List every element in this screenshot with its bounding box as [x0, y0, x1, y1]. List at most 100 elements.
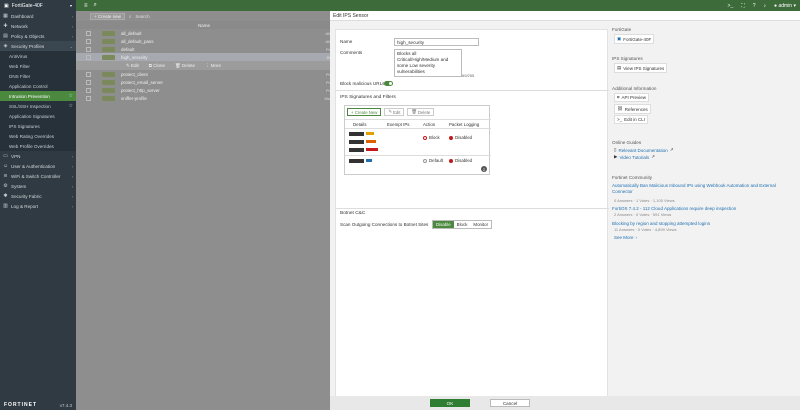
- divider: [336, 90, 609, 91]
- table-row[interactable]: protect_client Pr: [76, 70, 330, 78]
- sidebar-sub-web-filter[interactable]: Web Filter: [0, 61, 76, 71]
- user-menu[interactable]: ● admin ▾: [774, 3, 796, 9]
- row-2-action: Default: [423, 158, 443, 163]
- star-icon[interactable]: ☆: [69, 93, 73, 99]
- profile-tag: [102, 87, 115, 93]
- table-row[interactable]: all_default All: [76, 29, 330, 37]
- wifi-icon: ≋: [3, 172, 8, 179]
- botnet-monitor-option[interactable]: Monitor: [470, 221, 492, 228]
- sidebar-sub-web-profile-overrides[interactable]: Web Profile Overrides: [0, 141, 76, 151]
- filter-row-1-details[interactable]: [349, 131, 379, 153]
- row-checkbox[interactable]: [86, 38, 91, 44]
- table-row[interactable]: all_default_pass All: [76, 37, 330, 45]
- row-checkbox[interactable]: [86, 46, 91, 52]
- external-link-icon: ↗: [651, 154, 655, 159]
- fullscreen-icon[interactable]: ⛶: [741, 3, 745, 9]
- sidebar-sub-ips-signatures[interactable]: IPS Signatures: [0, 121, 76, 131]
- sidebar-item-wifi-switch[interactable]: ≋ WiFi & Switch Controller ›: [0, 171, 76, 181]
- row-checkbox[interactable]: [86, 87, 91, 93]
- gear-icon: ⚙: [3, 182, 8, 189]
- sidebar-item-dashboard[interactable]: ▦ Dashboard ›: [0, 11, 76, 21]
- row-delete-button[interactable]: 🗑 Delete: [175, 63, 195, 69]
- name-label: Name: [340, 39, 353, 44]
- search-input[interactable]: Search: [135, 14, 149, 19]
- search-icon[interactable]: ⌕: [94, 2, 97, 9]
- comments-textarea[interactable]: Blocks all Critical/High/Medium and some…: [394, 49, 462, 77]
- name-input[interactable]: high_security: [394, 38, 479, 46]
- sidebar-sub-ssl-ssh[interactable]: SSL/SSH Inspection ☆: [0, 101, 76, 111]
- botnet-scan-label: Scan Outgoing Connections to Botnet Site…: [340, 222, 429, 227]
- community-section: Fortinet Community: [612, 175, 653, 180]
- cancel-button[interactable]: Cancel: [490, 399, 530, 407]
- community-post-1[interactable]: Automatically Ban Malicious Inbound IPs …: [612, 183, 792, 194]
- severity-bar-orange: [366, 140, 376, 144]
- version-label: v7.4.3: [59, 402, 72, 408]
- create-new-button[interactable]: + Create new: [90, 12, 125, 20]
- sidebar-sub-dns-filter[interactable]: DNS Filter: [0, 71, 76, 81]
- sidebar-sub-antivirus[interactable]: AntiVirus: [0, 51, 76, 61]
- sidebar-item-user-auth[interactable]: ☺ User & Authentication ›: [0, 161, 76, 171]
- sidebar-sub-application-control[interactable]: Application Control: [0, 81, 76, 91]
- edit-filter-button[interactable]: ✎ Edit: [384, 108, 405, 116]
- profile-tag: [102, 30, 115, 36]
- network-icon: ✚: [3, 22, 8, 29]
- chevron-right-icon: ›: [71, 33, 73, 39]
- ok-button[interactable]: OK: [430, 399, 470, 407]
- comments-label: Comments: [340, 50, 363, 55]
- sidebar-item-log-report[interactable]: ▥ Log & Report ›: [0, 201, 76, 211]
- row-clone-button[interactable]: ⧉ Clone: [149, 63, 165, 68]
- profile-tag: [102, 54, 115, 60]
- sidebar-item-security-fabric[interactable]: ✱ Security Fabric ›: [0, 191, 76, 201]
- sidebar-item-network[interactable]: ✚ Network ›: [0, 21, 76, 31]
- table-row[interactable]: sniffer-profile Mo: [76, 94, 330, 102]
- references-button[interactable]: ⛓ References: [614, 104, 651, 114]
- row-checkbox[interactable]: [86, 30, 91, 36]
- table-row-selected[interactable]: high_security Bl: [76, 53, 330, 61]
- row-edit-button[interactable]: ✎ Edit: [126, 63, 139, 69]
- botnet-section-title: Botnet C&C: [340, 211, 366, 216]
- link-icon: ⛓: [617, 106, 623, 111]
- sidebar-item-vpn[interactable]: ▭ VPN ›: [0, 151, 76, 161]
- device-link[interactable]: ▣ FortiGate-40F: [614, 34, 655, 44]
- row-checkbox[interactable]: [86, 71, 91, 77]
- row-more-button[interactable]: ⋮ More: [205, 63, 221, 69]
- table-row[interactable]: default Pr: [76, 45, 330, 53]
- relevant-documentation-link[interactable]: ▯ Relevant Documentation ↗: [614, 147, 674, 153]
- block-malicious-toggle[interactable]: [384, 81, 393, 86]
- device-selector[interactable]: ▣ FortiGate-40F ▾: [0, 0, 76, 11]
- community-post-3[interactable]: Blocking by region and stopping attempte…: [612, 221, 792, 226]
- document-icon: ▯: [614, 147, 617, 152]
- view-ips-signatures-button[interactable]: ▤ View IPS Signatures: [614, 63, 668, 73]
- sidebar-item-security-profiles[interactable]: ◈ Security Profiles ⌄: [0, 41, 76, 51]
- star-icon[interactable]: ☆: [69, 103, 73, 109]
- sidebar-sub-web-rating-overrides[interactable]: Web Rating Overrides: [0, 131, 76, 141]
- delete-filter-button[interactable]: 🗑 Delete: [407, 108, 435, 116]
- cli-icon[interactable]: >_: [728, 3, 734, 9]
- botnet-block-option[interactable]: Block: [453, 221, 471, 228]
- sidebar-item-policy[interactable]: ▤ Policy & Objects ›: [0, 31, 76, 41]
- table-row[interactable]: protect_email_server Pr: [76, 78, 330, 86]
- video-tutorials-link[interactable]: ▶ Video Tutorials ↗: [614, 154, 655, 160]
- notifications-icon[interactable]: ♪: [764, 3, 767, 9]
- chevron-right-icon: ›: [71, 13, 73, 19]
- see-more-link[interactable]: See More ›: [614, 235, 637, 240]
- help-icon[interactable]: ?: [753, 3, 756, 9]
- sidebar-sub-intrusion-prevention[interactable]: Intrusion Prevention ☆: [0, 91, 76, 101]
- row-1-packet-logging: Disabled: [449, 135, 472, 140]
- filter-row-2-details[interactable]: [349, 158, 372, 164]
- edit-in-cli-button[interactable]: >_ Edit in CLI: [614, 115, 648, 124]
- menu-icon[interactable]: ≡: [84, 3, 88, 9]
- row-checkbox[interactable]: [86, 79, 91, 85]
- botnet-disable-option[interactable]: Disable: [433, 221, 454, 228]
- sidebar-item-system[interactable]: ⚙ System ›: [0, 181, 76, 191]
- row-count-badge: 2: [481, 166, 487, 172]
- community-post-2[interactable]: FortiOS 7.4.2 - 112 Cloud Applications r…: [612, 206, 792, 211]
- api-preview-button[interactable]: ⌗ API Preview: [614, 93, 650, 102]
- create-new-filter-button[interactable]: + Create New: [347, 108, 382, 116]
- sidebar-sub-application-signatures[interactable]: Application Signatures: [0, 111, 76, 121]
- row-checkbox[interactable]: [86, 54, 91, 60]
- chevron-right-icon: ›: [71, 183, 73, 189]
- table-row[interactable]: protect_http_server Pr: [76, 86, 330, 94]
- post-1-meta: 0 Answers · 1 Votes · 1,100 Views: [614, 198, 675, 203]
- row-checkbox[interactable]: [86, 95, 91, 101]
